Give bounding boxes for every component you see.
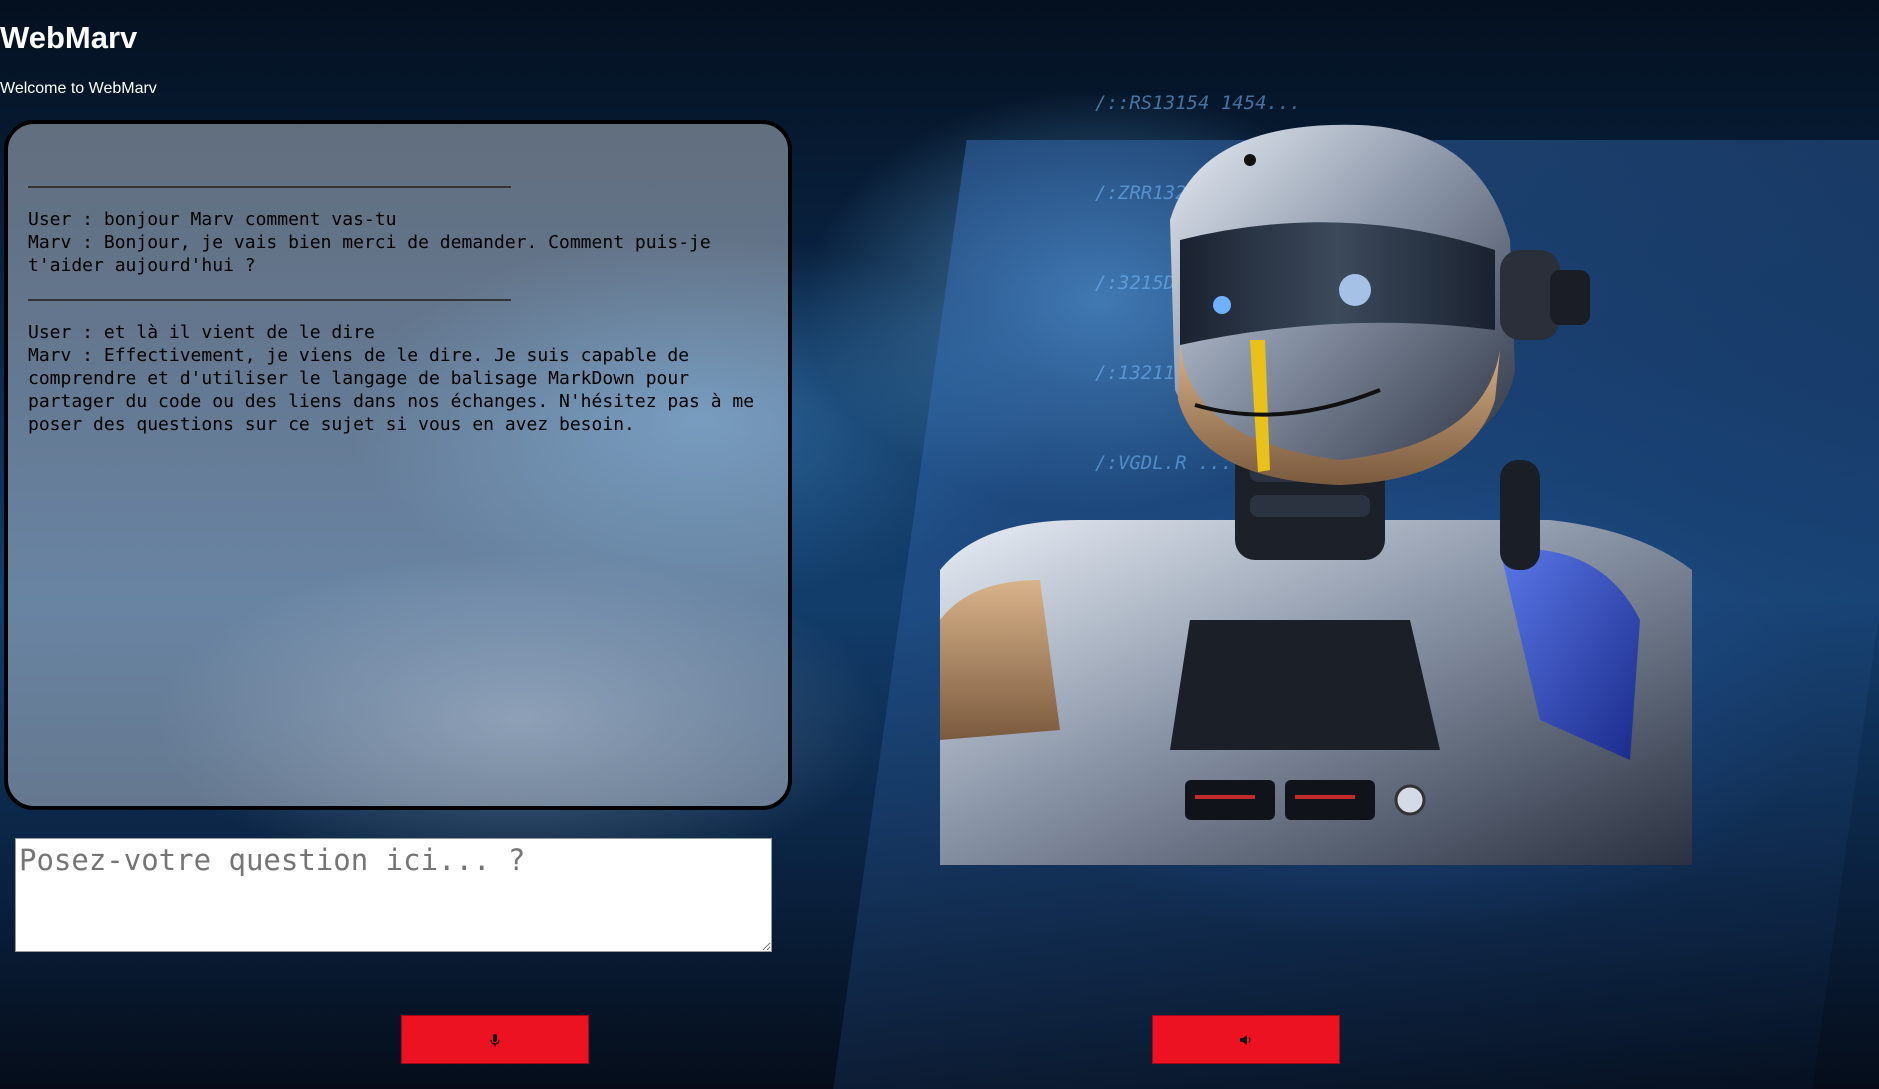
robot-image <box>940 124 1692 865</box>
page-title: WebMarv <box>0 20 138 55</box>
speaker-icon <box>1240 1034 1251 1045</box>
microphone-icon <box>490 1033 500 1046</box>
page-subtitle: Welcome to WebMarv <box>0 80 157 97</box>
chat-history-panel[interactable]: User : bonjour Marv comment vas-tu Marv … <box>4 120 792 810</box>
chat-message-user: User : et là il vient de le dire <box>28 322 375 343</box>
chat-separator <box>28 186 511 188</box>
microphone-button[interactable] <box>401 1015 589 1064</box>
question-input[interactable] <box>15 838 772 952</box>
chat-message-assistant: Marv : Effectivement, je viens de le dir… <box>28 345 765 435</box>
chat-separator <box>28 299 511 301</box>
chat-message-user: User : bonjour Marv comment vas-tu <box>28 209 397 230</box>
speaker-button[interactable] <box>1152 1015 1340 1064</box>
chat-message-assistant: Marv : Bonjour, je vais bien merci de de… <box>28 232 722 276</box>
